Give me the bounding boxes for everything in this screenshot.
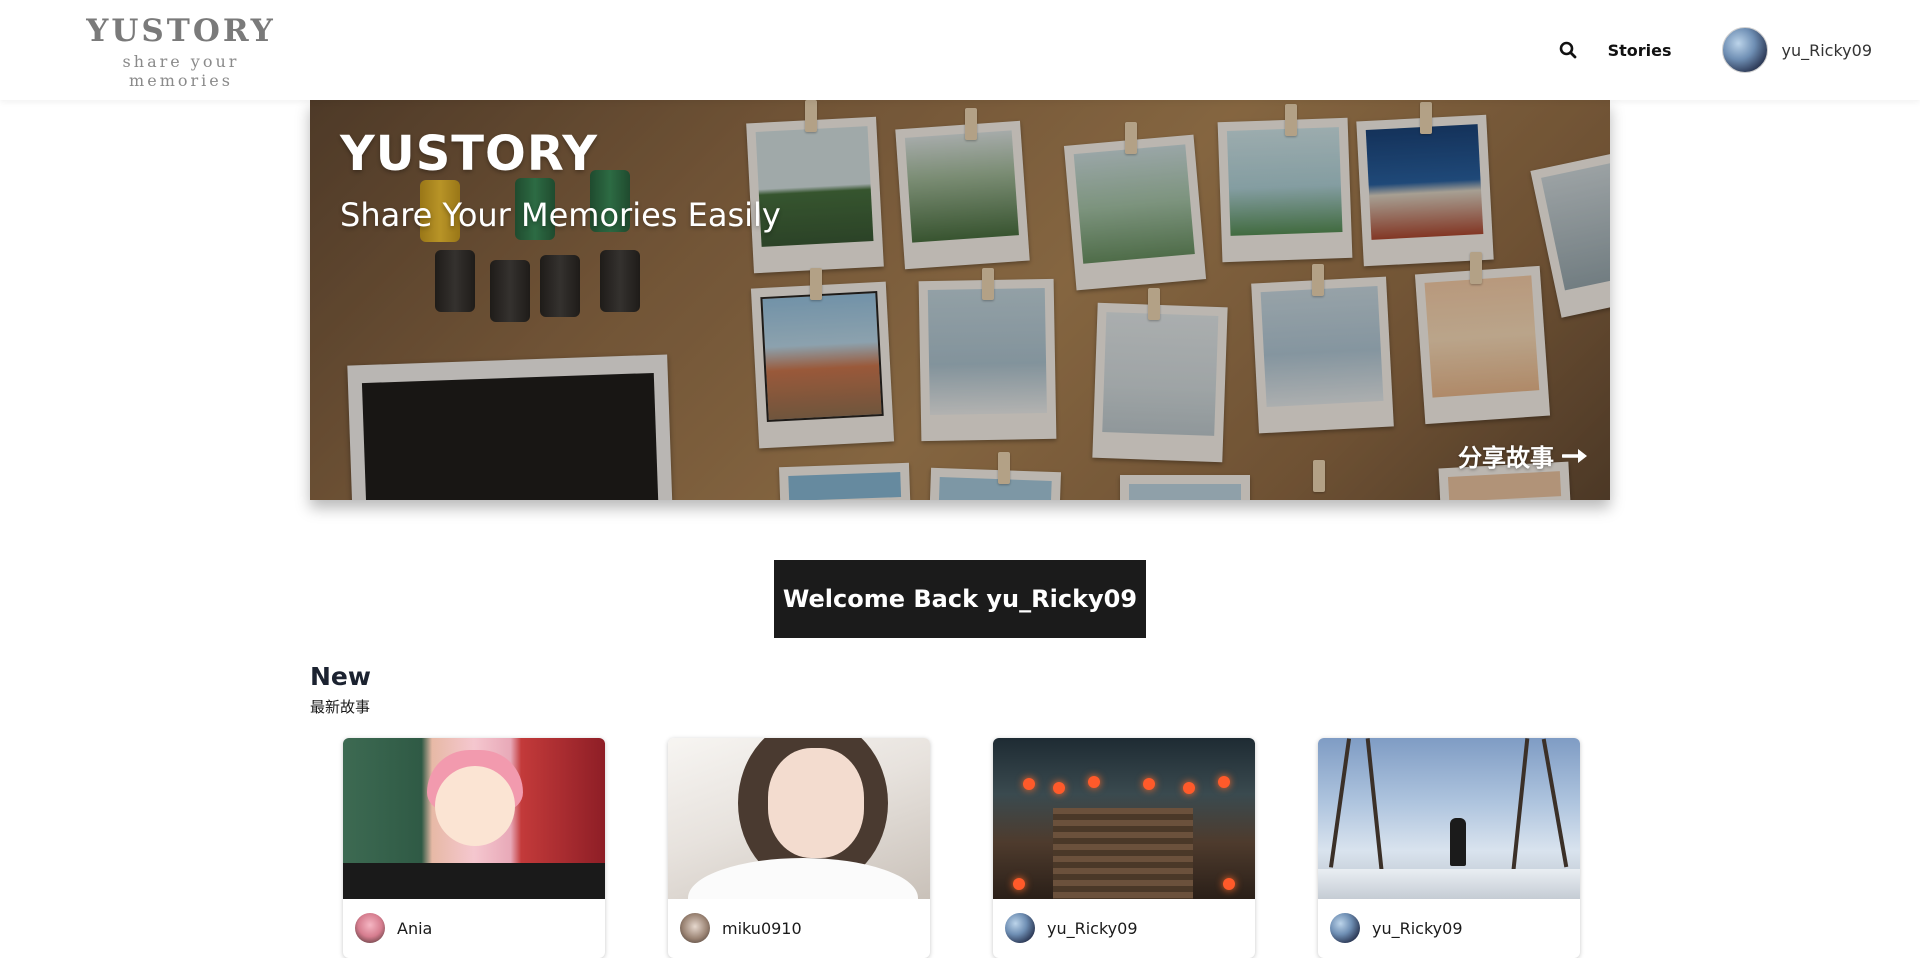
story-card[interactable]: Ania [343, 738, 605, 958]
section-subtitle: 最新故事 [310, 698, 371, 716]
user-menu[interactable]: yu_Ricky09 [1721, 27, 1873, 73]
author-avatar [355, 913, 385, 943]
nav-stories-link[interactable]: Stories [1608, 41, 1672, 60]
hero-banner: YUSTORY Share Your Memories Easily 分享故事 [310, 100, 1610, 500]
section-title-new: New [310, 662, 371, 691]
top-navbar: YUSTORY share your memories Stories yu_R… [0, 0, 1920, 100]
avatar [1721, 27, 1768, 73]
author-avatar [1005, 913, 1035, 943]
story-thumbnail [343, 738, 605, 899]
share-story-link[interactable]: 分享故事 [1458, 438, 1588, 473]
nav-menu: Stories yu_Ricky09 [1556, 24, 1872, 76]
story-card[interactable]: yu_Ricky09 [1318, 738, 1580, 958]
username-label: yu_Ricky09 [1781, 40, 1873, 60]
arrow-right-icon [1562, 448, 1587, 463]
story-thumbnail [993, 738, 1255, 899]
author-name: yu_Ricky09 [1047, 918, 1138, 938]
author-avatar [1330, 913, 1360, 943]
search-button[interactable] [1556, 38, 1580, 62]
story-card[interactable]: yu_Ricky09 [993, 738, 1255, 958]
share-story-label: 分享故事 [1458, 444, 1554, 472]
author-name: miku0910 [722, 918, 802, 938]
story-card[interactable]: miku0910 [668, 738, 930, 958]
author-name: Ania [397, 918, 433, 938]
hero-subtitle: Share Your Memories Easily [340, 196, 781, 234]
site-logo[interactable]: YUSTORY share your memories [76, 12, 286, 90]
author-name: yu_Ricky09 [1372, 918, 1463, 938]
author-avatar [680, 913, 710, 943]
welcome-back-button[interactable]: Welcome Back yu_Ricky09 [774, 560, 1146, 638]
story-thumbnail [1318, 738, 1580, 899]
story-thumbnail [668, 738, 930, 899]
logo-subtitle: share your memories [122, 52, 240, 90]
search-icon [1559, 41, 1576, 59]
hero-title: YUSTORY [340, 126, 598, 182]
logo-title: YUSTORY [86, 13, 276, 49]
